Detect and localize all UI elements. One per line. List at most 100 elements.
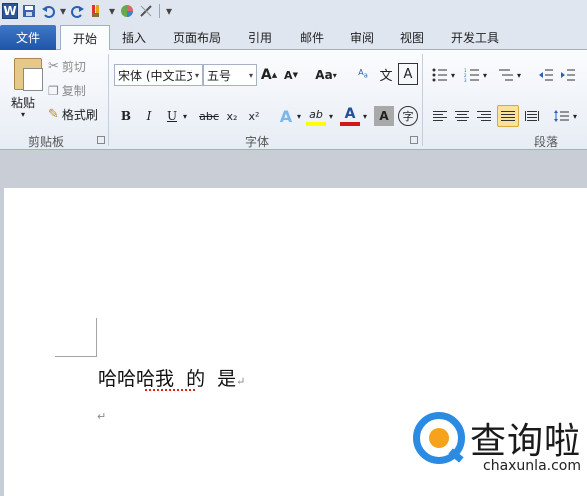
tab-insert[interactable]: 插入 [112, 25, 156, 50]
grow-font-icon: A [260, 67, 272, 83]
font-color-dropdown-icon[interactable]: ▾ [360, 106, 370, 126]
watermark-title: 查询啦 [470, 421, 582, 462]
distributed-button[interactable] [522, 106, 542, 126]
paste-label: 粘贴 [11, 96, 36, 110]
document-text-line[interactable]: 哈哈哈我 的 是↵ [98, 364, 245, 391]
redo-icon[interactable] [70, 3, 86, 19]
font-name-dropdown-icon[interactable]: ▾ [195, 71, 199, 80]
watermark-url: chaxunla.com [483, 458, 581, 474]
subscript-button[interactable]: x₂ [222, 106, 242, 126]
tab-developer[interactable]: 开发工具 [440, 25, 510, 50]
paragraph-group-label: 段落 [534, 135, 559, 149]
underline-dropdown-icon[interactable]: ▾ [180, 106, 190, 126]
customize-qat-icon[interactable]: ▾ [165, 3, 173, 19]
italic-button[interactable]: I [139, 106, 159, 126]
bullets-dropdown-icon[interactable]: ▾ [449, 65, 457, 85]
character-border-button[interactable]: A [398, 63, 418, 85]
margin-corner-mark [96, 318, 97, 356]
undo-icon[interactable] [40, 3, 56, 19]
line-spacing-button[interactable] [552, 106, 572, 126]
clipboard-group-label: 剪贴板 [28, 135, 65, 149]
undo-dropdown-icon[interactable]: ▾ [59, 3, 67, 19]
clear-format-icon: Aa [358, 68, 368, 80]
scissors-icon: ✂ [48, 59, 59, 74]
paste-icon [14, 58, 43, 91]
clear-format-button[interactable]: Aa [353, 63, 373, 85]
highlight-dropdown-icon[interactable]: ▾ [326, 106, 336, 126]
svg-text:3: 3 [464, 78, 467, 82]
justify-button[interactable] [497, 105, 519, 127]
tab-page-layout[interactable]: 页面布局 [164, 25, 230, 50]
grow-font-button[interactable]: A ▲ [260, 65, 278, 85]
ribbon: 粘贴 ▾ ✂ 剪切 ❐ 复制 ✎ 格式刷 剪贴板 宋体 (中文正文 ▾ 五号 ▾… [0, 50, 587, 150]
change-case-button[interactable]: Aa ▾ [312, 65, 340, 85]
tab-review[interactable]: 审阅 [340, 25, 384, 50]
font-size-value: 五号 [207, 68, 232, 83]
format-painter-icon: ✎ [48, 107, 59, 122]
shrink-font-icon: A [284, 68, 293, 82]
word-icon[interactable]: W [2, 3, 18, 19]
font-launcher-icon[interactable] [410, 136, 418, 144]
character-shading-button[interactable]: A [374, 106, 394, 126]
copy-button[interactable]: ❐ 复制 [48, 82, 86, 99]
spelling-error-squiggle [145, 388, 195, 391]
font-size-combo[interactable]: 五号 ▾ [203, 64, 257, 86]
color-icon[interactable] [119, 3, 135, 19]
bold-button[interactable]: B [116, 106, 136, 126]
format-painter-button[interactable]: ✎ 格式刷 [48, 106, 98, 123]
character-border-icon: A [403, 66, 413, 82]
increase-indent-button[interactable] [558, 65, 578, 85]
line-spacing-dropdown-icon[interactable]: ▾ [571, 106, 579, 126]
save-icon[interactable] [21, 3, 37, 19]
document-text: 哈哈哈我 的 是 [98, 368, 237, 390]
text-effects-dropdown-icon[interactable]: ▾ [294, 106, 304, 126]
align-right-button[interactable] [474, 106, 494, 126]
font-group-label: 字体 [245, 135, 270, 149]
tab-references[interactable]: 引用 [238, 25, 282, 50]
highlight-button[interactable]: ab [306, 106, 326, 126]
superscript-button[interactable]: x² [244, 106, 264, 126]
margin-corner-mark [55, 356, 97, 357]
tab-file[interactable]: 文件 [0, 25, 56, 50]
tab-mailings[interactable]: 邮件 [290, 25, 334, 50]
font-size-dropdown-icon[interactable]: ▾ [249, 71, 253, 80]
format-painter-label: 格式刷 [61, 108, 98, 122]
phonetic-guide-button[interactable]: 文 [376, 63, 396, 85]
align-left-icon [433, 111, 447, 121]
bullets-button[interactable] [430, 65, 450, 85]
paragraph-mark: ↵ [97, 410, 107, 423]
font-color-button[interactable]: A [340, 106, 360, 126]
align-center-button[interactable] [452, 106, 472, 126]
font-name-combo[interactable]: 宋体 (中文正文 ▾ [114, 64, 203, 86]
pen-icon[interactable] [138, 3, 154, 19]
group-separator [108, 54, 109, 146]
cut-button[interactable]: ✂ 剪切 [48, 58, 86, 75]
numbering-dropdown-icon[interactable]: ▾ [481, 65, 489, 85]
paste-button[interactable]: 粘贴 ▾ [4, 52, 44, 124]
enclose-characters-button[interactable]: 字 [398, 106, 418, 126]
brush-icon[interactable] [89, 3, 105, 19]
strikethrough-button[interactable]: abc [196, 106, 222, 126]
tab-home[interactable]: 开始 [60, 25, 110, 51]
multilevel-dropdown-icon[interactable]: ▾ [515, 65, 523, 85]
watermark-logo: 查询啦 chaxunla.com [413, 412, 583, 480]
decrease-indent-button[interactable] [536, 65, 556, 85]
paste-dropdown-icon[interactable]: ▾ [21, 110, 25, 119]
clipboard-launcher-icon[interactable] [97, 136, 105, 144]
brush-dropdown-icon[interactable]: ▾ [108, 3, 116, 19]
distributed-icon [525, 111, 539, 121]
align-left-button[interactable] [430, 106, 450, 126]
align-center-icon [455, 111, 469, 121]
numbering-icon: 123 [464, 68, 479, 82]
shrink-font-button[interactable]: A ▼ [282, 65, 300, 85]
decrease-indent-icon [539, 69, 553, 81]
quick-access-toolbar: W ▾ ▾ ▾ [0, 0, 587, 22]
multilevel-list-button[interactable] [496, 65, 516, 85]
numbering-button[interactable]: 123 [462, 65, 482, 85]
align-right-icon [477, 111, 491, 121]
copy-label: 复制 [61, 84, 86, 98]
ribbon-tabs: 文件 开始 插入 页面布局 引用 邮件 审阅 视图 开发工具 [0, 22, 587, 51]
underline-button[interactable]: U [162, 106, 182, 126]
text-effects-button[interactable]: A [276, 106, 296, 126]
tab-view[interactable]: 视图 [390, 25, 434, 50]
